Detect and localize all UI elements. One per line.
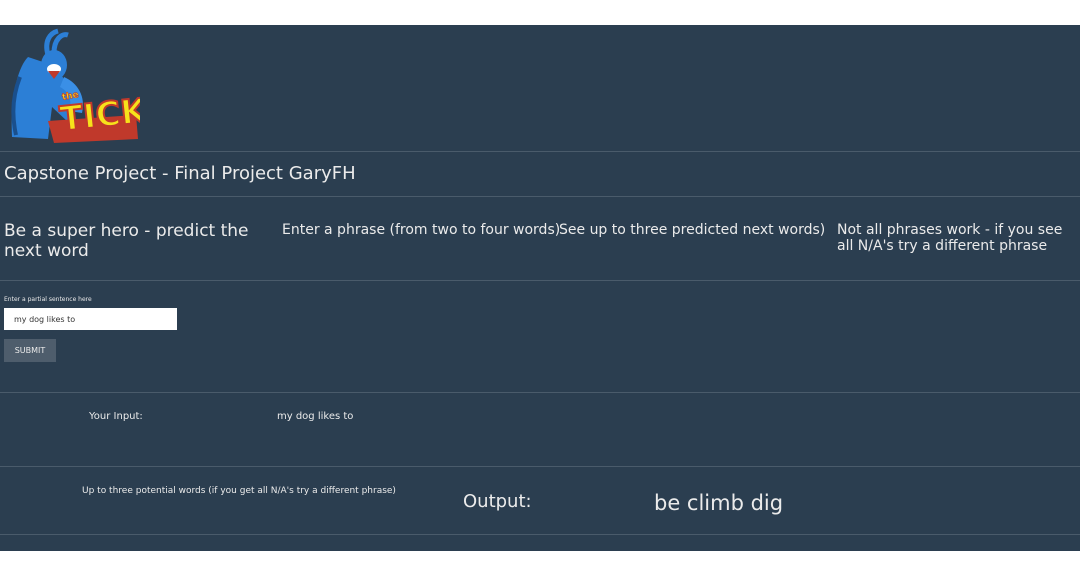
divider <box>0 280 1080 281</box>
submit-button[interactable]: SUBMIT <box>4 339 56 362</box>
output-label: Output: <box>463 491 532 512</box>
page-title: Capstone Project - Final Project GaryFH <box>4 163 356 184</box>
sentence-input[interactable] <box>4 308 177 330</box>
potential-words-label: Up to three potential words (if you get … <box>82 486 396 496</box>
output-words: be climb dig <box>654 491 784 515</box>
tick-logo: TICK the <box>11 28 140 143</box>
divider <box>0 151 1080 152</box>
your-input-value: my dog likes to <box>277 411 354 422</box>
your-input-label: Your Input: <box>89 411 143 422</box>
intro-instruction: Enter a phrase (from two to four words) <box>282 222 561 238</box>
input-label: Enter a partial sentence here <box>4 296 92 303</box>
intro-heading: Be a super hero - predict the next word <box>4 221 249 261</box>
divider <box>0 534 1080 535</box>
intro-description: See up to three predicted next words) <box>559 222 826 238</box>
app-panel: TICK the Capstone Project - Final Projec… <box>0 25 1080 551</box>
divider <box>0 466 1080 467</box>
divider <box>0 392 1080 393</box>
intro-note: Not all phrases work - if you see all N/… <box>837 222 1063 254</box>
divider <box>0 196 1080 197</box>
